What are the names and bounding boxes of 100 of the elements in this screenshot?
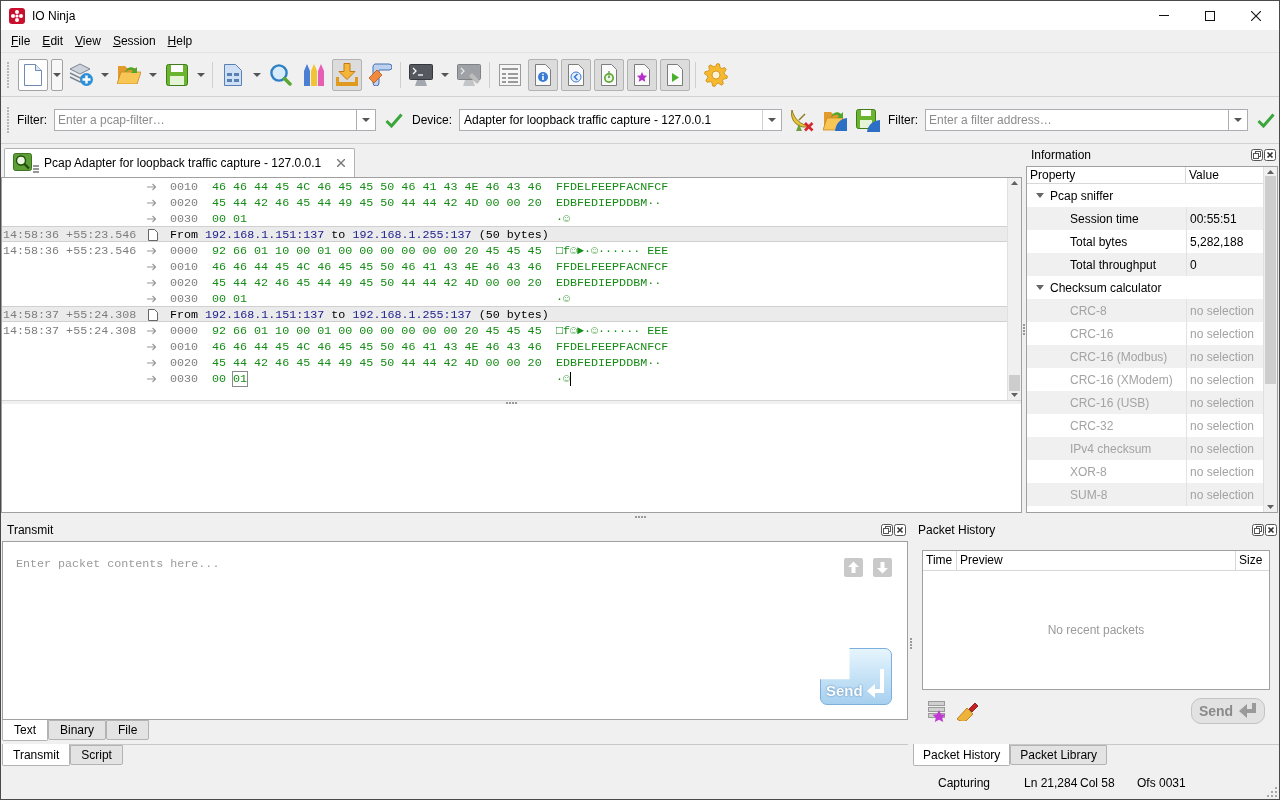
scroll-up-icon[interactable] [1267, 170, 1274, 174]
property-value: 0 [1190, 257, 1197, 272]
tab[interactable]: Text [2, 719, 48, 741]
star-list-icon[interactable] [928, 700, 947, 722]
property-name: CRC-16 (USB) [1070, 395, 1150, 410]
menu-item[interactable]: File [5, 31, 37, 51]
dropdown-button[interactable] [356, 109, 376, 131]
property-value: 00:55:51 [1190, 211, 1237, 226]
property-name: IPv4 checksum [1070, 441, 1152, 456]
menu-item[interactable]: Session [106, 31, 162, 51]
column-header[interactable]: Value [1186, 167, 1263, 183]
hex-bytes: 46 46 44 45 4C 46 45 45 50 46 41 43 4E 46 43 46 [212, 179, 543, 195]
check-icon [1257, 112, 1275, 128]
arrow-icon [147, 279, 157, 287]
scrollbar[interactable] [1263, 167, 1277, 512]
column-header[interactable]: Property [1027, 167, 1186, 183]
offset: 0030 [170, 291, 200, 307]
status-text: Capturing [938, 776, 992, 790]
tab[interactable]: Transmit [2, 744, 71, 766]
toolbar-button[interactable] [627, 58, 657, 91]
tab[interactable]: File [106, 720, 150, 740]
property-row[interactable]: Session time 00:55:51 [1027, 207, 1263, 230]
floppy-disk-icon [856, 108, 880, 132]
check-icon [385, 112, 403, 128]
tab[interactable]: Binary [48, 720, 107, 740]
empty-message: No recent packets [1047, 623, 1145, 637]
dropdown-button[interactable] [1228, 109, 1248, 131]
splitter-handle[interactable] [634, 516, 646, 518]
property-name: XOR-8 [1070, 464, 1107, 479]
maximize-icon [1205, 10, 1215, 21]
tab[interactable]: Packet Library [1010, 745, 1108, 765]
scroll-down-icon[interactable] [1267, 505, 1274, 509]
terminal-icon [409, 63, 433, 86]
folder-icon [823, 109, 847, 131]
close-icon[interactable] [894, 524, 906, 536]
column-header[interactable]: Preview [957, 551, 1236, 570]
caret-down-icon[interactable] [1036, 285, 1044, 290]
scroll-up-icon[interactable] [1011, 181, 1018, 185]
scrollbar-thumb[interactable] [1009, 375, 1020, 391]
property-name: SUM-8 [1070, 487, 1108, 502]
close-icon[interactable] [1264, 149, 1276, 161]
hex-bytes: 00 01 [212, 371, 249, 387]
splitter-handle[interactable] [909, 637, 912, 649]
splitter-handle[interactable] [1023, 324, 1025, 335]
offset: 0000 [170, 323, 200, 339]
magnifier-icon [13, 153, 39, 173]
hex-bytes: 45 44 42 46 45 44 49 45 50 44 44 42 4D 00 00 20 [212, 195, 543, 211]
packet-summary: From 192.168.1.151:137 to 192.168.1.255:137 (50 bytes) [170, 227, 550, 243]
filter-field[interactable]: Enter a filter address… [925, 109, 1228, 131]
caret-down-icon[interactable] [1036, 193, 1044, 198]
scroll-down-icon[interactable] [1011, 393, 1018, 397]
scrollbar-thumb[interactable] [1265, 176, 1276, 384]
document-icon [148, 229, 158, 241]
dropdown-button[interactable] [51, 58, 63, 91]
status-text: Col 58 [1080, 776, 1116, 790]
app-logo [9, 7, 25, 24]
timestamp: 14:58:36 +55:23.546 [2, 243, 138, 259]
caret-down-icon [1234, 118, 1242, 122]
property-name: Total throughput [1070, 257, 1157, 272]
chevron-document-icon [568, 63, 584, 86]
ascii-text: FFDELFEEPFACNFCF [556, 179, 669, 195]
column-header[interactable]: Time [923, 551, 957, 570]
menu-item[interactable]: Edit [36, 31, 70, 51]
toolbar-handle[interactable] [7, 107, 9, 133]
toolbar-button[interactable] [855, 107, 881, 133]
ascii-text: □f☺►·☺······ EEE [556, 323, 669, 339]
session-tab[interactable]: Pcap Adapter for loopback traffic capture - 127.0.0.1 [4, 148, 356, 177]
float-icon[interactable] [881, 524, 893, 536]
ascii-text: ·☺ [556, 211, 571, 227]
toolbar-button[interactable] [789, 107, 815, 133]
property-row[interactable]: Total throughput 0 [1027, 253, 1263, 276]
size-grip-icon[interactable] [1267, 787, 1277, 797]
arrow-icon [147, 247, 157, 255]
filter-field[interactable]: Enter a pcap-filter… [54, 109, 356, 131]
float-icon[interactable] [1252, 524, 1264, 536]
scrollbar[interactable] [1007, 178, 1021, 400]
toolbar-handle[interactable] [7, 61, 9, 88]
enter-arrow-icon [1239, 703, 1258, 719]
offset: 0020 [170, 355, 200, 371]
group-label: Checksum calculator [1050, 280, 1162, 295]
menu-item[interactable]: Help [161, 31, 199, 51]
menu-item[interactable]: View [69, 31, 107, 51]
play-document-icon [667, 63, 683, 86]
close-icon[interactable] [1265, 524, 1277, 536]
offset: 0030 [170, 211, 200, 227]
splitter-handle[interactable] [506, 401, 517, 404]
property-name: CRC-16 (XModem) [1070, 372, 1173, 387]
tab[interactable]: Packet History [913, 744, 1011, 766]
hex-bytes: 46 46 44 45 4C 46 45 45 50 46 41 43 4E 46 43 46 [212, 339, 543, 355]
hex-bytes: 92 66 01 10 00 01 00 00 00 00 00 00 20 45 45 45 [212, 323, 543, 339]
device-combobox[interactable]: Adapter for loopback traffic capture - 127.0.0.1 [459, 109, 782, 131]
terminal-icon [457, 63, 481, 86]
property-value: no selection [1190, 464, 1255, 479]
tab[interactable]: Script [70, 745, 123, 765]
document-icon [24, 63, 42, 86]
brush-icon[interactable] [957, 701, 979, 721]
float-icon[interactable] [1251, 149, 1263, 161]
panel-title: Packet History [918, 523, 996, 537]
column-header[interactable]: Size [1236, 551, 1269, 570]
hex-bytes: 45 44 42 46 45 44 49 45 50 44 44 42 4D 00 00 20 [212, 275, 543, 291]
